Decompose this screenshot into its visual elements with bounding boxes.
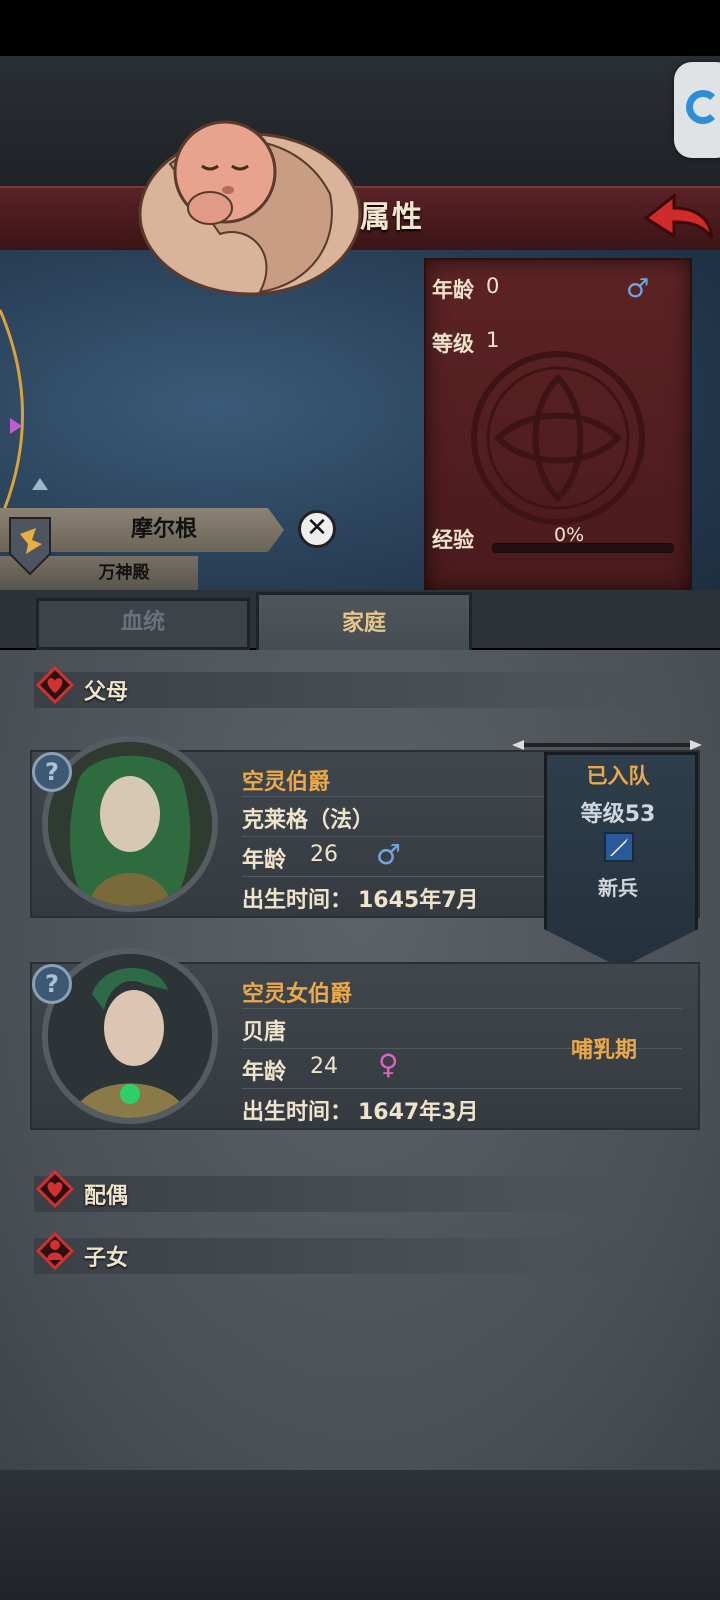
mother-birth: 1647年3月 — [358, 1100, 479, 1125]
status-bar — [0, 0, 720, 56]
parents-section-header — [34, 672, 674, 708]
children-section-header — [34, 1238, 674, 1274]
mother-title: 空灵女伯爵 — [242, 982, 353, 1007]
mother-name: 贝唐 — [242, 1020, 287, 1045]
spouse-section-header — [34, 1176, 674, 1212]
sword-icon — [604, 832, 634, 862]
age-label: 年龄 — [432, 278, 474, 302]
spouse-label: 配偶 — [84, 1184, 129, 1209]
level-value: 1 — [486, 328, 500, 352]
father-age-label: 年龄 — [242, 848, 287, 873]
father-rank: 新兵 — [598, 876, 638, 900]
male-gender-icon: ♂ — [376, 838, 402, 871]
joined-status: 已入队 — [586, 764, 650, 788]
mother-age-label: 年龄 — [242, 1060, 287, 1085]
back-button[interactable] — [640, 190, 716, 246]
tab-family[interactable]: 家庭 — [256, 592, 472, 655]
character-avatar — [130, 104, 370, 304]
tab-bloodline[interactable]: 血统 — [36, 598, 250, 650]
back-arrow-icon — [643, 192, 714, 239]
age-value: 0 — [486, 274, 500, 298]
question-icon[interactable]: ? — [32, 752, 72, 792]
character-name: 摩尔根 — [130, 517, 197, 542]
assistant-icon — [686, 90, 720, 124]
male-gender-icon: ♂ — [626, 274, 650, 304]
left-edge-ornament — [0, 309, 24, 521]
rank-up-icon — [32, 478, 48, 490]
female-gender-icon: ♀ — [378, 1048, 399, 1081]
banner-rod — [512, 740, 702, 750]
parents-label: 父母 — [84, 680, 129, 705]
question-icon[interactable]: ? — [32, 964, 72, 1004]
father-title: 空灵伯爵 — [242, 770, 331, 795]
exp-value: 0% — [554, 524, 585, 546]
father-birth: 1645年7月 — [358, 888, 479, 913]
heart-icon — [36, 1170, 74, 1208]
mother-age: 24 — [310, 1054, 338, 1079]
dismiss-button[interactable]: ✕ — [298, 510, 336, 548]
mother-birth-label: 出生时间： — [242, 1100, 353, 1125]
exp-label: 经验 — [432, 528, 474, 552]
guild-name: 万神殿 — [98, 563, 150, 583]
father-age: 26 — [310, 842, 338, 867]
father-birth-label: 出生时间： — [242, 888, 353, 913]
bottom-background — [0, 1470, 720, 1600]
father-name: 克莱格（法） — [242, 808, 375, 833]
heart-icon — [36, 666, 74, 704]
floating-assistant-button[interactable] — [674, 62, 720, 158]
nursing-status: 哺乳期 — [570, 1038, 637, 1063]
celtic-knot-emblem — [471, 351, 645, 525]
level-label: 等级 — [432, 332, 474, 356]
father-level: 等级53 — [580, 802, 656, 827]
child-icon — [36, 1232, 74, 1270]
children-label: 子女 — [84, 1246, 129, 1271]
guild-crest-icon — [9, 517, 51, 576]
